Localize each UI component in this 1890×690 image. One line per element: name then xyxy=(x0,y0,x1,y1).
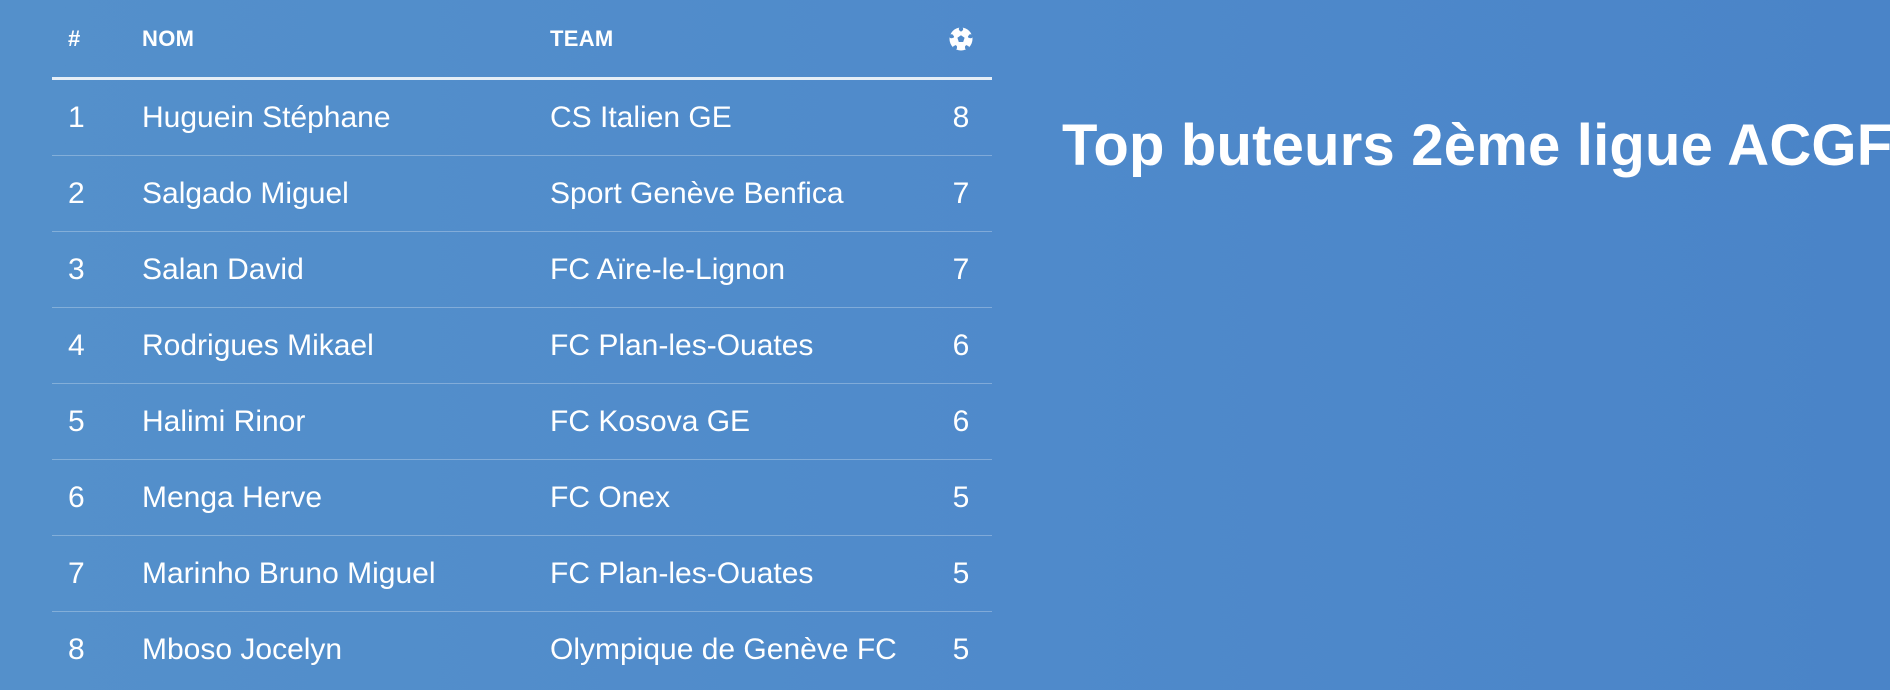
row-team: Olympique de Genève FC xyxy=(550,633,897,666)
row-rank: 7 xyxy=(68,556,85,590)
row-rank: 4 xyxy=(68,328,85,362)
row-rank: 2 xyxy=(68,176,85,210)
row-team: CS Italien GE xyxy=(550,100,732,134)
row-goals: 6 xyxy=(952,404,970,438)
table-row: 3 Salan David FC Aïre-le-Lignon 7 xyxy=(52,232,992,308)
table-row: 4 Rodrigues Mikael FC Plan-les-Ouates 6 xyxy=(52,308,992,384)
row-team: FC Kosova GE xyxy=(550,404,751,438)
header-team: TEAM xyxy=(550,25,614,51)
row-name: Salgado Miguel xyxy=(142,176,349,210)
table-row: 2 Salgado Miguel Sport Genève Benfica 7 xyxy=(52,156,992,232)
row-team: FC Plan-les-Ouates xyxy=(550,328,814,362)
row-rank: 1 xyxy=(68,100,85,134)
table-row: 7 Marinho Bruno Miguel FC Plan-les-Ouate… xyxy=(52,536,992,612)
header-goals xyxy=(930,26,992,52)
row-rank: 6 xyxy=(68,480,85,514)
row-team: Sport Genève Benfica xyxy=(550,176,844,210)
row-name: Menga Herve xyxy=(142,480,323,514)
row-goals: 7 xyxy=(952,176,970,210)
row-goals: 5 xyxy=(952,480,970,514)
row-goals: 5 xyxy=(952,633,970,666)
row-team: FC Plan-les-Ouates xyxy=(550,556,814,590)
row-goals: 5 xyxy=(952,556,970,590)
table-row: 5 Halimi Rinor FC Kosova GE 6 xyxy=(52,384,992,460)
table-row: 6 Menga Herve FC Onex 5 xyxy=(52,460,992,536)
table-header: # NOM TEAM xyxy=(52,0,992,80)
scorers-table: # NOM TEAM 1 Huguein Stéphane CS Italien… xyxy=(52,0,992,688)
table-row: 1 Huguein Stéphane CS Italien GE 8 xyxy=(52,80,992,156)
row-goals: 7 xyxy=(952,252,970,286)
header-rank: # xyxy=(68,25,81,51)
row-name: Rodrigues Mikael xyxy=(142,328,374,362)
header-name: NOM xyxy=(142,25,195,51)
row-name: Marinho Bruno Miguel xyxy=(142,556,436,590)
row-rank: 3 xyxy=(68,252,85,286)
row-team: FC Aïre-le-Lignon xyxy=(550,252,786,286)
row-name: Halimi Rinor xyxy=(142,404,306,438)
row-name: Salan David xyxy=(142,252,304,286)
row-goals: 6 xyxy=(952,328,970,362)
row-team: FC Onex xyxy=(550,480,671,514)
row-rank: 8 xyxy=(68,633,85,666)
row-goals: 8 xyxy=(952,100,970,134)
page-title: Top buteurs 2ème ligue ACGF xyxy=(1062,113,1890,178)
row-name: Huguein Stéphane xyxy=(142,100,391,134)
soccer-ball-icon xyxy=(949,26,973,50)
table-row: 8 Mboso Jocelyn Olympique de Genève FC 5 xyxy=(52,612,992,688)
row-name: Mboso Jocelyn xyxy=(142,633,343,666)
row-rank: 5 xyxy=(68,404,85,438)
